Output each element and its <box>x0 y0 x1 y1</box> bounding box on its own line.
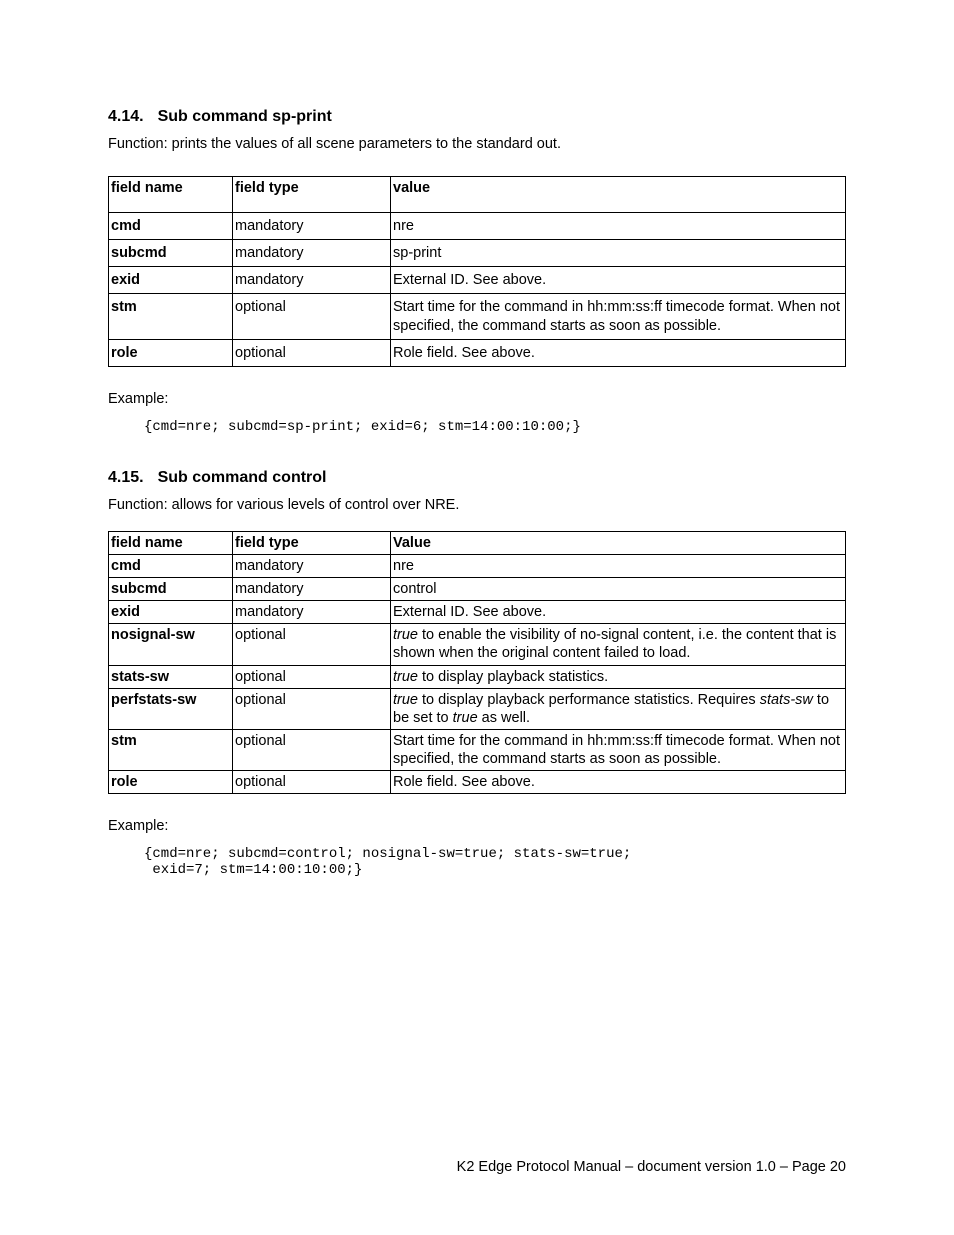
cell-type: optional <box>233 729 391 770</box>
table-row: perfstats-sw optional true to display pl… <box>109 688 846 729</box>
cell-name: stats-sw <box>109 665 233 688</box>
col-field-name: field name <box>109 531 233 554</box>
cell-name: exid <box>109 601 233 624</box>
cell-type: mandatory <box>233 213 391 240</box>
col-field-type: field type <box>233 177 391 213</box>
table-row: stm optional Start time for the command … <box>109 729 846 770</box>
table-row: exid mandatory External ID. See above. <box>109 267 846 294</box>
cell-name: cmd <box>109 554 233 577</box>
table-header-row: field name field type value <box>109 177 846 213</box>
cell-type: optional <box>233 624 391 665</box>
cell-name: role <box>109 771 233 794</box>
section2-function: Function: allows for various levels of c… <box>108 497 846 513</box>
cell-type: mandatory <box>233 240 391 267</box>
example-label: Example: <box>108 391 846 407</box>
col-field-type: field type <box>233 531 391 554</box>
cell-type: mandatory <box>233 267 391 294</box>
section-title: Sub command control <box>158 469 327 486</box>
cell-type: optional <box>233 294 391 339</box>
cell-value-text: as well. <box>478 710 530 726</box>
table-row: stats-sw optional true to display playba… <box>109 665 846 688</box>
cell-value: Role field. See above. <box>391 339 846 366</box>
cell-value: External ID. See above. <box>391 601 846 624</box>
cell-name: cmd <box>109 213 233 240</box>
cell-value: nre <box>391 213 846 240</box>
table-header-row: field name field type Value <box>109 531 846 554</box>
section-heading-4-15: 4.15. Sub command control <box>108 469 846 487</box>
cell-value: Start time for the command in hh:mm:ss:f… <box>391 729 846 770</box>
table-row: role optional Role field. See above. <box>109 771 846 794</box>
cell-value: nre <box>391 554 846 577</box>
cell-value: Role field. See above. <box>391 771 846 794</box>
table-control: field name field type Value cmd mandator… <box>108 531 846 795</box>
cell-type: optional <box>233 771 391 794</box>
table-row: subcmd mandatory sp-print <box>109 240 846 267</box>
cell-value-text: to display playback statistics. <box>418 669 608 685</box>
cell-type: optional <box>233 339 391 366</box>
section-title: Sub command sp-print <box>158 108 332 125</box>
page-footer: K2 Edge Protocol Manual – document versi… <box>457 1159 846 1175</box>
cell-value: External ID. See above. <box>391 267 846 294</box>
cell-type: mandatory <box>233 601 391 624</box>
cell-value: true to enable the visibility of no-sign… <box>391 624 846 665</box>
cell-value: true to display playback performance sta… <box>391 688 846 729</box>
cell-name: role <box>109 339 233 366</box>
section1-function: Function: prints the values of all scene… <box>108 136 846 152</box>
cell-value: sp-print <box>391 240 846 267</box>
cell-name: stm <box>109 729 233 770</box>
cell-type: optional <box>233 665 391 688</box>
italic-stats-sw: stats-sw <box>760 692 813 708</box>
italic-true: true <box>393 669 418 685</box>
section-heading-4-14: 4.14. Sub command sp-print <box>108 108 846 126</box>
cell-value: control <box>391 578 846 601</box>
table-row: exid mandatory External ID. See above. <box>109 601 846 624</box>
example-code: {cmd=nre; subcmd=control; nosignal-sw=tr… <box>144 846 846 878</box>
example-code: {cmd=nre; subcmd=sp-print; exid=6; stm=1… <box>144 419 846 435</box>
col-value: value <box>391 177 846 213</box>
cell-value-text: to display playback performance statisti… <box>418 692 760 708</box>
table-row: cmd mandatory nre <box>109 554 846 577</box>
cell-name: perfstats-sw <box>109 688 233 729</box>
section-4-15: 4.15. Sub command control Function: allow… <box>108 469 846 879</box>
cell-name: nosignal-sw <box>109 624 233 665</box>
page-content: 4.14. Sub command sp-print Function: prin… <box>0 0 954 878</box>
table-row: cmd mandatory nre <box>109 213 846 240</box>
col-value: Value <box>391 531 846 554</box>
section-number: 4.14. <box>108 108 144 126</box>
cell-name: subcmd <box>109 578 233 601</box>
italic-true: true <box>393 692 418 708</box>
table-row: nosignal-sw optional true to enable the … <box>109 624 846 665</box>
table-sp-print: field name field type value cmd mandator… <box>108 176 846 367</box>
example-label: Example: <box>108 818 846 834</box>
cell-type: optional <box>233 688 391 729</box>
cell-value-text: to enable the visibility of no-signal co… <box>393 627 836 661</box>
cell-type: mandatory <box>233 554 391 577</box>
cell-value: Start time for the command in hh:mm:ss:f… <box>391 294 846 339</box>
cell-name: subcmd <box>109 240 233 267</box>
italic-true: true <box>393 627 418 643</box>
cell-name: stm <box>109 294 233 339</box>
cell-value: true to display playback statistics. <box>391 665 846 688</box>
cell-type: mandatory <box>233 578 391 601</box>
italic-true: true <box>453 710 478 726</box>
table-row: subcmd mandatory control <box>109 578 846 601</box>
table-row: role optional Role field. See above. <box>109 339 846 366</box>
table-row: stm optional Start time for the command … <box>109 294 846 339</box>
cell-name: exid <box>109 267 233 294</box>
section-number: 4.15. <box>108 469 144 487</box>
col-field-name: field name <box>109 177 233 213</box>
